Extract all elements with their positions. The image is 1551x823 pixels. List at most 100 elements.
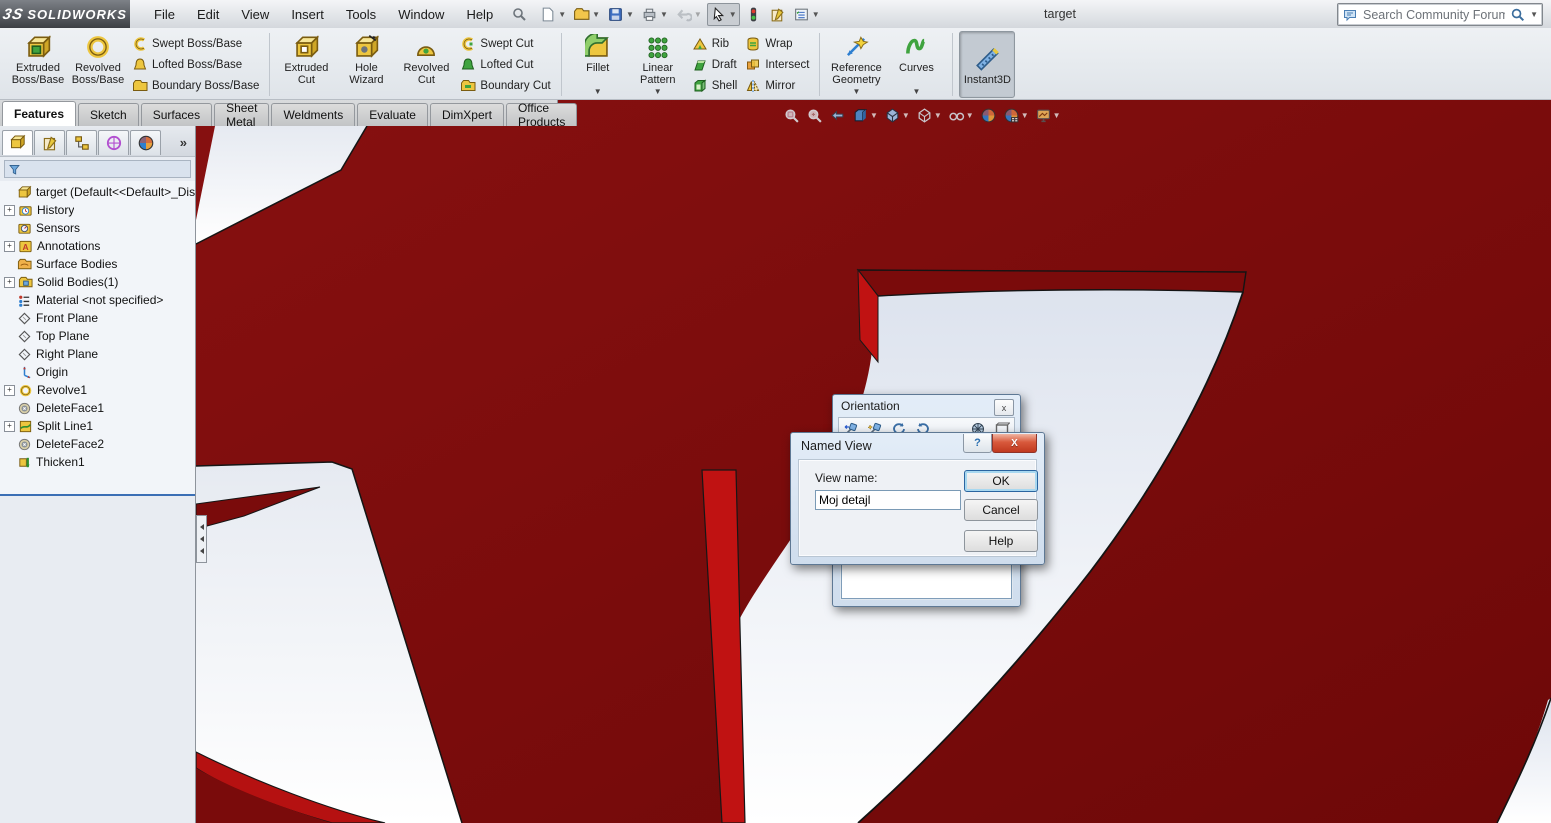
ribbon-draft[interactable]: Draft (688, 54, 742, 75)
tree-item-material-not-specified-[interactable]: Material <not specified> (0, 291, 195, 309)
tree-item-deleteface1[interactable]: DeleteFace1 (0, 399, 195, 417)
help-button[interactable]: Help (964, 530, 1038, 552)
cancel-button[interactable]: Cancel (964, 499, 1038, 521)
rebuild-traffic-light-button[interactable] (743, 4, 764, 25)
dialog-help-button[interactable]: ? (963, 434, 992, 453)
panel-tab-display-manager[interactable] (130, 130, 161, 155)
expand-toggle[interactable]: + (4, 277, 15, 288)
view-settings-monitor-button[interactable]: ▼ (1035, 107, 1061, 124)
options-list-dropdown-caret[interactable]: ▼ (812, 10, 820, 19)
search-assistant-icon[interactable] (511, 6, 527, 22)
open-folder-button[interactable]: ▼ (571, 4, 602, 25)
apply-scene-sphere-dropdown-caret[interactable]: ▼ (1021, 111, 1029, 120)
print-dropdown-caret[interactable]: ▼ (660, 10, 668, 19)
tab-sketch[interactable]: Sketch (78, 103, 139, 126)
search-magnifier-icon[interactable] (1510, 7, 1525, 22)
ribbon-mirror[interactable]: Mirror (741, 75, 813, 96)
ribbon-extruded-cut[interactable]: ExtrudedCut (276, 31, 336, 98)
graphics-viewport[interactable] (0, 100, 1551, 823)
tab-features[interactable]: Features (2, 101, 76, 126)
apply-scene-sphere-button[interactable]: ▼ (1003, 107, 1029, 124)
tree-item-origin[interactable]: Origin (0, 363, 195, 381)
expand-toggle[interactable]: + (4, 421, 15, 432)
view-settings-monitor-dropdown-caret[interactable]: ▼ (1053, 111, 1061, 120)
ribbon-hole-wizard[interactable]: HoleWizard (336, 31, 396, 98)
ribbon-lofted-boss-base[interactable]: Lofted Boss/Base (128, 54, 263, 75)
tree-filter-bar[interactable] (4, 160, 191, 178)
ribbon-dropdown-caret[interactable]: ▼ (654, 87, 662, 96)
tree-item-solid-bodies-1-[interactable]: +Solid Bodies(1) (0, 273, 195, 291)
panel-tab-feature-manager[interactable] (2, 130, 33, 155)
ribbon-curves[interactable]: Curves▼ (886, 31, 946, 98)
save-dropdown-caret[interactable]: ▼ (626, 10, 634, 19)
expand-toggle[interactable]: + (4, 385, 15, 396)
tree-item-top-plane[interactable]: Top Plane (0, 327, 195, 345)
zoom-area-button[interactable] (806, 107, 823, 124)
ribbon-linear-pattern[interactable]: LinearPattern▼ (628, 31, 688, 98)
tree-root[interactable]: target (Default<<Default>_Displ (0, 183, 195, 201)
orientation-close-button[interactable]: x (994, 399, 1014, 416)
tab-weldments[interactable]: Weldments (271, 103, 355, 126)
ribbon-shell[interactable]: Shell (688, 75, 742, 96)
hide-show-glasses-dropdown-caret[interactable]: ▼ (966, 111, 974, 120)
ribbon-instant3d[interactable]: Instant3D (959, 31, 1015, 98)
menu-insert[interactable]: Insert (281, 3, 334, 26)
file-properties-button[interactable] (767, 4, 788, 25)
tree-item-split-line1[interactable]: +Split Line1 (0, 417, 195, 435)
select-cursor-button[interactable]: ▼ (707, 3, 740, 26)
new-document-dropdown-caret[interactable]: ▼ (558, 10, 566, 19)
ribbon-wrap[interactable]: Wrap (741, 33, 813, 54)
panel-tab-dimxpert-manager[interactable] (98, 130, 129, 155)
new-document-button[interactable]: ▼ (537, 4, 568, 25)
ribbon-fillet[interactable]: Fillet▼ (568, 31, 628, 98)
ribbon-swept-boss-base[interactable]: Swept Boss/Base (128, 33, 263, 54)
menu-window[interactable]: Window (388, 3, 454, 26)
ribbon-rib[interactable]: Rib (688, 33, 742, 54)
ribbon-swept-cut[interactable]: Swept Cut (456, 33, 554, 54)
tab-dimxpert[interactable]: DimXpert (430, 103, 504, 126)
display-style-cube-button[interactable]: ▼ (916, 107, 942, 124)
tab-surfaces[interactable]: Surfaces (141, 103, 212, 126)
panel-tab-overflow[interactable]: » (174, 135, 193, 150)
ribbon-dropdown-caret[interactable]: ▼ (852, 87, 860, 96)
ribbon-dropdown-caret[interactable]: ▼ (912, 87, 920, 96)
tree-item-surface-bodies[interactable]: Surface Bodies (0, 255, 195, 273)
section-view-dropdown-caret[interactable]: ▼ (870, 111, 878, 120)
ribbon-lofted-cut[interactable]: Lofted Cut (456, 54, 554, 75)
ribbon-extruded-boss-base[interactable]: ExtrudedBoss/Base (8, 31, 68, 98)
hide-show-glasses-button[interactable]: ▼ (948, 107, 974, 124)
menu-file[interactable]: File (144, 3, 185, 26)
tree-item-revolve1[interactable]: +Revolve1 (0, 381, 195, 399)
panel-tab-configuration-manager[interactable] (66, 130, 97, 155)
save-button[interactable]: ▼ (605, 4, 636, 25)
options-list-button[interactable]: ▼ (791, 4, 822, 25)
tree-item-deleteface2[interactable]: DeleteFace2 (0, 435, 195, 453)
ribbon-reference-geometry[interactable]: ReferenceGeometry▼ (826, 31, 886, 98)
print-button[interactable]: ▼ (639, 4, 670, 25)
community-search-box[interactable]: Search Community Forum ▼ (1337, 3, 1543, 26)
open-folder-dropdown-caret[interactable]: ▼ (592, 10, 600, 19)
tree-item-right-plane[interactable]: Right Plane (0, 345, 195, 363)
menu-tools[interactable]: Tools (336, 3, 386, 26)
search-dropdown-caret[interactable]: ▼ (1530, 10, 1538, 19)
display-style-cube-dropdown-caret[interactable]: ▼ (934, 111, 942, 120)
section-view-button[interactable]: ▼ (852, 107, 878, 124)
ribbon-dropdown-caret[interactable]: ▼ (594, 87, 602, 96)
tree-item-front-plane[interactable]: Front Plane (0, 309, 195, 327)
expand-toggle[interactable]: + (4, 205, 15, 216)
select-cursor-dropdown-caret[interactable]: ▼ (729, 10, 737, 19)
expand-toggle[interactable]: + (4, 241, 15, 252)
menu-help[interactable]: Help (456, 3, 503, 26)
ribbon-boundary-boss-base[interactable]: Boundary Boss/Base (128, 75, 263, 96)
view-name-input[interactable] (815, 490, 961, 510)
tree-item-thicken1[interactable]: Thicken1 (0, 453, 195, 471)
menu-edit[interactable]: Edit (187, 3, 229, 26)
tab-office-products[interactable]: Office Products (506, 103, 577, 126)
tree-item-sensors[interactable]: Sensors (0, 219, 195, 237)
panel-splitter-handle[interactable] (196, 515, 207, 563)
tab-sheet-metal[interactable]: Sheet Metal (214, 103, 269, 126)
edit-appearance-sphere-button[interactable] (980, 107, 997, 124)
tree-item-history[interactable]: +History (0, 201, 195, 219)
tree-item-annotations[interactable]: +AAnnotations (0, 237, 195, 255)
view-orientation-cube-dropdown-caret[interactable]: ▼ (902, 111, 910, 120)
